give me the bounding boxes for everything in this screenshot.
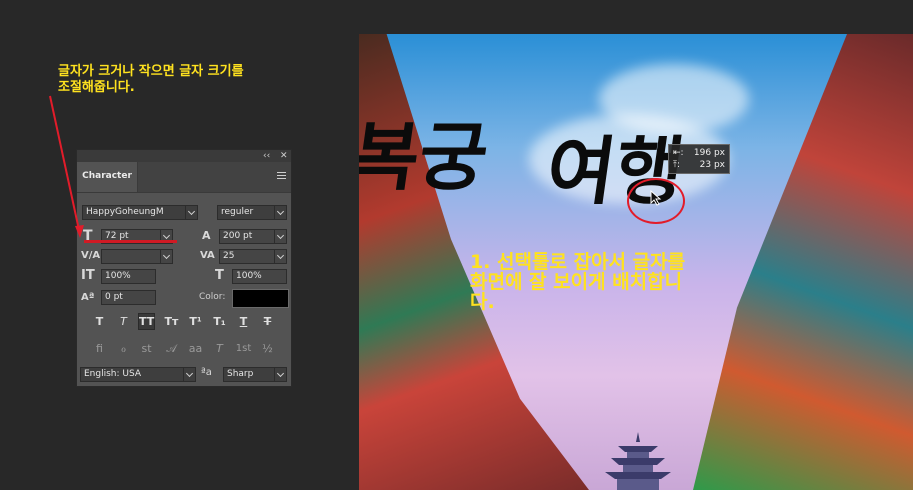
annotation-arrow	[49, 95, 84, 238]
